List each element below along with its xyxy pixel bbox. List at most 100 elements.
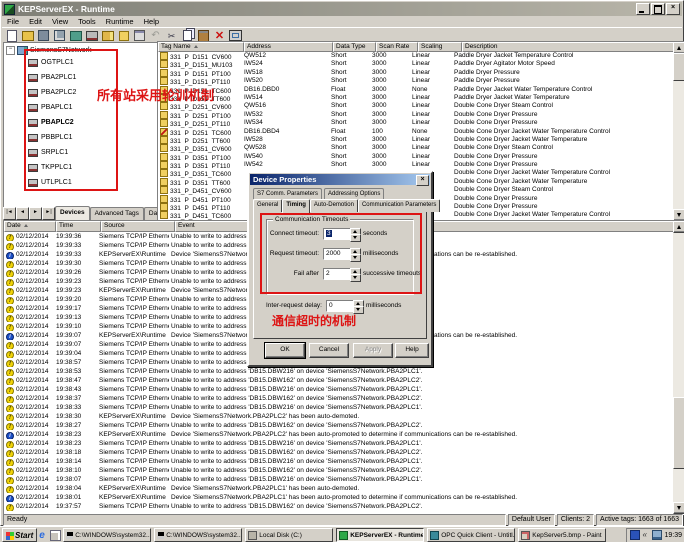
event-log-scrollbar[interactable] [673,221,684,514]
tab-data-logger[interactable]: Data Lo [143,207,157,220]
inter-request-delay-input[interactable]: 0 [326,300,354,312]
field-input[interactable]: 3 [323,228,351,240]
column-header-tag-name[interactable]: Tag Name [158,42,244,52]
new-device-icon[interactable] [84,29,99,42]
taskbar-cmd-1[interactable]: C:\WINDOWS\system32... [63,528,152,542]
dialog-title-bar[interactable]: Device Properties [250,174,430,185]
tab-scroll-next-button[interactable]: ► [29,207,42,220]
tab-scroll-prev-button[interactable]: ◄ [16,207,29,220]
tab-scroll-last-button[interactable]: ►| [42,207,55,220]
tag-table-scrollbar[interactable] [673,42,684,221]
collapse-chevron-icon[interactable]: « [642,531,650,539]
quick-launch-show-desktop-icon[interactable] [50,529,62,541]
save-project-icon[interactable] [36,29,51,42]
table-row[interactable]: 331_P_D251_CV600 QW516 Short 3000 Linear… [158,102,673,111]
field-input[interactable]: 2 [323,268,351,280]
scroll-down-button[interactable] [673,502,684,514]
tree-item-device[interactable]: OGTPLC1 [28,57,74,68]
menu-tools[interactable]: Tools [73,17,101,26]
column-header-time[interactable]: Time [56,221,101,232]
tree-item-device[interactable]: PBA2PLC1 [28,72,76,83]
minimize-button[interactable] [636,3,650,15]
event-row[interactable]: 02/12/2014 19:38:18 Siemens TCP/IP Ether… [4,448,673,457]
table-row[interactable]: 331_P_D151_MU103 IW524 Short 3000 Linear… [158,60,673,69]
taskbar-paint[interactable]: KepServer5.bmp - Paint [518,528,607,542]
apply-button[interactable]: Apply [353,343,393,358]
table-row[interactable]: 331_P_D351_CV600 QW528 Short 3000 Linear… [158,144,673,153]
event-row[interactable]: 02/12/2014 19:38:23 Siemens TCP/IP Ether… [4,439,673,448]
new-tag-group-icon[interactable] [100,29,115,42]
menu-help[interactable]: Help [139,17,164,26]
properties-icon[interactable] [132,29,147,42]
taskbar-opc-quick-client[interactable]: OPC Quick Client - Untitl... [427,528,516,542]
new-tag-icon[interactable] [116,29,131,42]
tree-item-device[interactable]: PBA2PLC2 [28,87,76,98]
event-row[interactable]: 02/12/2014 19:38:04 KEPServerEX\Runtime … [4,484,673,493]
network-icon[interactable] [652,530,663,540]
event-row[interactable]: 02/12/2014 19:37:57 Siemens TCP/IP Ether… [4,502,673,511]
taskbar-local-disk[interactable]: Local Disk (C:) [245,528,334,542]
taskbar-kepserverex[interactable]: KEPServerEX - Runtime [336,528,425,542]
ok-button[interactable]: OK [264,342,306,359]
start-button[interactable]: Start [2,528,38,542]
tab-addressing-options[interactable]: Addressing Options [324,188,385,199]
table-row[interactable]: 331_P_D151_TC600 DB16.DBD0 Float 3000 No… [158,85,673,94]
tree-item-device[interactable]: UTLPLC1 [28,177,72,188]
event-row[interactable]: 02/12/2014 19:38:01 KEPServerEX\Runtime … [4,493,673,502]
tree-item-device[interactable]: SRPLC1 [28,147,68,158]
spin-down-button[interactable] [350,274,361,282]
event-row[interactable]: 02/12/2014 19:38:33 Siemens TCP/IP Ether… [4,403,673,412]
event-row[interactable]: 02/12/2014 19:38:27 Siemens TCP/IP Ether… [4,421,673,430]
tab-devices[interactable]: Devices [55,206,90,220]
column-header-scaling[interactable]: Scaling [418,42,462,52]
event-row[interactable]: 02/12/2014 19:38:47 Siemens TCP/IP Ether… [4,376,673,385]
scroll-up-button[interactable] [673,221,684,233]
dialog-close-button[interactable]: × [416,175,429,186]
new-project-icon[interactable] [4,29,19,42]
tab-communication-parameters[interactable]: Communication Parameters [357,199,441,212]
restore-button[interactable] [651,3,665,15]
event-row[interactable]: 02/12/2014 19:38:23 KEPServerEX\Runtime … [4,430,673,439]
menu-edit[interactable]: Edit [24,17,47,26]
tab-timing[interactable]: Timing [282,199,310,213]
event-row[interactable]: 02/12/2014 19:38:10 Siemens TCP/IP Ether… [4,466,673,475]
menu-view[interactable]: View [47,17,73,26]
tree-root-channel[interactable]: − SiemensS7Network [6,45,91,56]
column-header-data-type[interactable]: Data Type [333,42,376,52]
event-row[interactable]: 02/12/2014 19:38:07 Siemens TCP/IP Ether… [4,475,673,484]
help-button[interactable]: Help [395,343,429,358]
event-row[interactable]: 02/12/2014 19:38:14 Siemens TCP/IP Ether… [4,457,673,466]
table-row[interactable]: 331_P_D251_TC600 DB16.DBD4 Float 100 Non… [158,127,673,136]
scrollbar-thumb[interactable] [673,53,684,81]
tab-s7-comm-parameters[interactable]: S7 Comm. Parameters [253,188,323,199]
tab-scroll-first-button[interactable]: |◄ [3,207,16,220]
column-header-description[interactable]: Description [462,42,684,52]
tab-advanced-tags[interactable]: Advanced Tags [89,207,144,220]
table-row[interactable]: 331_P_D251_TT600 IW528 Short 3000 Linear… [158,135,673,144]
quick-launch-browser-icon[interactable]: e [39,530,48,540]
table-row[interactable]: 331_P_D251_PT110 IW534 Short 3000 Linear… [158,119,673,128]
taskbar-cmd-2[interactable]: C:\WINDOWS\system32... [154,528,243,542]
menu-runtime[interactable]: Runtime [101,17,139,26]
tree-item-device[interactable]: PBAPLC1 [28,102,73,113]
column-header-address[interactable]: Address [244,42,333,52]
table-row[interactable]: 331_P_D351_PT110 IW542 Short 3000 Linear… [158,161,673,169]
tree-item-device[interactable]: PBBPLC1 [28,132,73,143]
spin-down-button[interactable] [350,254,361,262]
event-row[interactable]: 02/12/2014 19:38:43 Siemens TCP/IP Ether… [4,385,673,394]
event-row[interactable]: 02/12/2014 19:38:37 Siemens TCP/IP Ether… [4,394,673,403]
table-row[interactable]: 331_P_D251_PT100 IW532 Short 3000 Linear… [158,110,673,119]
table-row[interactable]: 331_P_D151_CV600 QW512 Short 3000 Linear… [158,52,673,60]
tray-app-icon[interactable] [630,530,641,540]
field-input[interactable]: 2000 [323,248,351,260]
scrollbar-thumb[interactable] [673,397,684,469]
new-channel-icon[interactable] [68,29,83,42]
table-row[interactable]: 331_P_D151_TT600 IW514 Short 3000 Linear… [158,93,673,102]
table-row[interactable]: 331_P_D151_PT110 IW520 Short 3000 Linear… [158,77,673,86]
cancel-button[interactable]: Cancel [309,343,349,358]
tree-item-device[interactable]: TKPPLC1 [28,162,72,173]
table-row[interactable]: 331_P_D351_PT100 IW540 Short 3000 Linear… [158,152,673,161]
column-header-scan-rate[interactable]: Scan Rate [376,42,418,52]
open-project-icon[interactable] [20,29,35,42]
tab-auto-demotion[interactable]: Auto-Demotion [309,199,358,212]
